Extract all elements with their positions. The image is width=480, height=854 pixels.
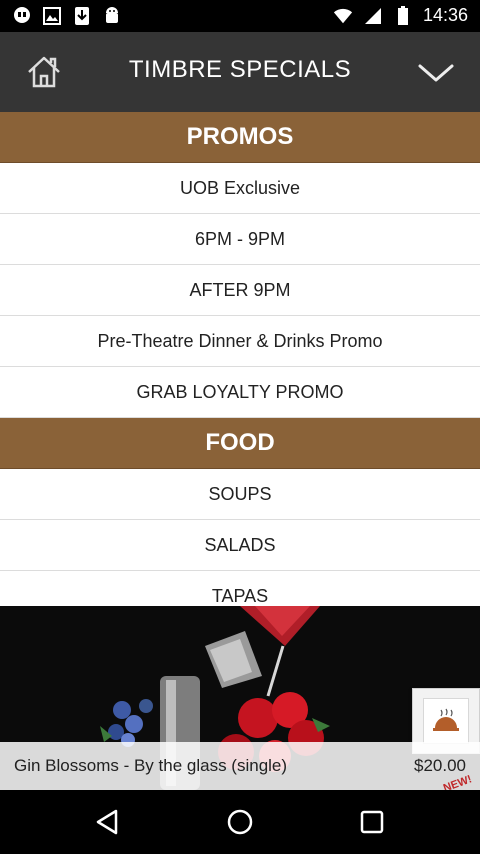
item-caption: Gin Blossoms - By the glass (single) $20… xyxy=(0,742,480,790)
list-item[interactable]: 6PM - 9PM xyxy=(0,214,480,265)
recents-square-icon xyxy=(360,810,384,834)
list-item[interactable]: SALADS xyxy=(0,520,480,571)
recents-button[interactable] xyxy=(356,806,388,838)
image-icon xyxy=(42,6,62,26)
food-button-frame xyxy=(423,698,469,744)
notification-icons xyxy=(12,6,122,26)
item-name: Gin Blossoms - By the glass (single) xyxy=(14,756,288,775)
android-icon xyxy=(102,6,122,26)
list-item[interactable]: AFTER 9PM xyxy=(0,265,480,316)
specials-list[interactable]: PROMOS UOB Exclusive 6PM - 9PM AFTER 9PM… xyxy=(0,112,480,606)
home-circle-icon xyxy=(227,809,253,835)
chat-bubble-icon xyxy=(12,6,32,26)
signal-icon xyxy=(363,6,383,26)
back-triangle-icon xyxy=(96,809,118,835)
app-bar: TIMBRE SPECIALS xyxy=(0,32,480,112)
system-status: 14:36 xyxy=(333,5,468,26)
home-nav-button[interactable] xyxy=(224,806,256,838)
section-header-promos: PROMOS xyxy=(0,112,480,163)
battery-icon xyxy=(393,5,413,26)
clock: 14:36 xyxy=(422,5,468,25)
list-item[interactable]: GRAB LOYALTY PROMO xyxy=(0,367,480,418)
list-item[interactable]: TAPAS xyxy=(0,571,480,606)
wifi-icon xyxy=(333,6,353,26)
download-icon xyxy=(72,6,92,26)
list-item[interactable]: Pre-Theatre Dinner & Drinks Promo xyxy=(0,316,480,367)
section-header-food: FOOD xyxy=(0,418,480,469)
serving-cloche-icon xyxy=(433,708,459,731)
chevron-down-icon xyxy=(418,64,454,82)
list-item[interactable]: SOUPS xyxy=(0,469,480,520)
promo-banner[interactable]: Gin Blossoms - By the glass (single) $20… xyxy=(0,606,480,790)
navigation-bar xyxy=(0,790,480,854)
item-price: $20.00 xyxy=(414,756,466,775)
back-button[interactable] xyxy=(92,806,124,838)
list-item[interactable]: UOB Exclusive xyxy=(0,163,480,214)
status-bar: 14:36 xyxy=(0,0,480,32)
dropdown-menu-button[interactable] xyxy=(416,56,456,88)
page-title: TIMBRE SPECIALS xyxy=(128,56,352,83)
